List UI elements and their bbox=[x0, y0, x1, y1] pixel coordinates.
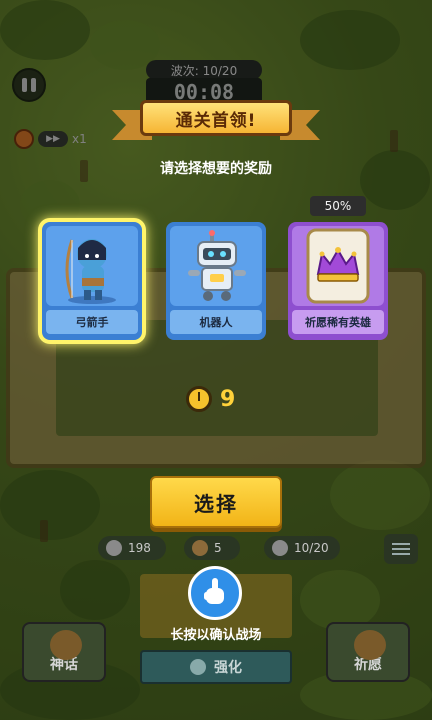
crown-icon bbox=[106, 540, 122, 556]
unit-value: 10/20 bbox=[294, 541, 329, 555]
unit-icon bbox=[272, 540, 288, 556]
reward-card-archer[interactable]: 弓箭手 bbox=[42, 222, 142, 340]
stopwatch-icon bbox=[186, 386, 212, 412]
gold-icon bbox=[192, 540, 208, 556]
card-label: 弓箭手 bbox=[46, 310, 138, 334]
unit-counter: 10/20 bbox=[264, 536, 340, 560]
reward-card-robot[interactable]: 机器人 bbox=[166, 222, 266, 340]
gold-counter: 5 bbox=[184, 536, 240, 560]
crown-counter: 198 bbox=[98, 536, 166, 560]
countdown: 9 bbox=[186, 386, 235, 412]
reward-banner: 通关首领! bbox=[112, 96, 320, 146]
gold-value: 5 bbox=[214, 541, 222, 555]
confirm-hint: 长按以确认战场 bbox=[170, 628, 262, 643]
crown-value: 198 bbox=[128, 541, 151, 555]
reward-subtitle: 请选择想要的奖励 bbox=[160, 161, 272, 177]
upgrade-button[interactable]: 强化 bbox=[140, 650, 292, 684]
chance-badge: 50% bbox=[310, 196, 366, 216]
select-button[interactable]: 选择 bbox=[150, 476, 282, 528]
rare-hero-scroll bbox=[292, 226, 384, 306]
countdown-seconds: 9 bbox=[220, 386, 236, 412]
reward-card-rare-wish[interactable]: 祈愿稀有英雄 bbox=[288, 222, 388, 340]
card-label: 机器人 bbox=[170, 310, 262, 334]
upgrade-arrow-icon bbox=[190, 659, 206, 675]
card-label: 祈愿稀有英雄 bbox=[292, 310, 384, 334]
menu-button[interactable] bbox=[384, 534, 418, 564]
tap-hand-icon bbox=[188, 566, 242, 620]
archer-portrait bbox=[46, 226, 138, 306]
upgrade-label: 强化 bbox=[214, 660, 242, 676]
robot-portrait bbox=[170, 226, 262, 306]
banner-title: 通关首领! bbox=[140, 100, 292, 136]
